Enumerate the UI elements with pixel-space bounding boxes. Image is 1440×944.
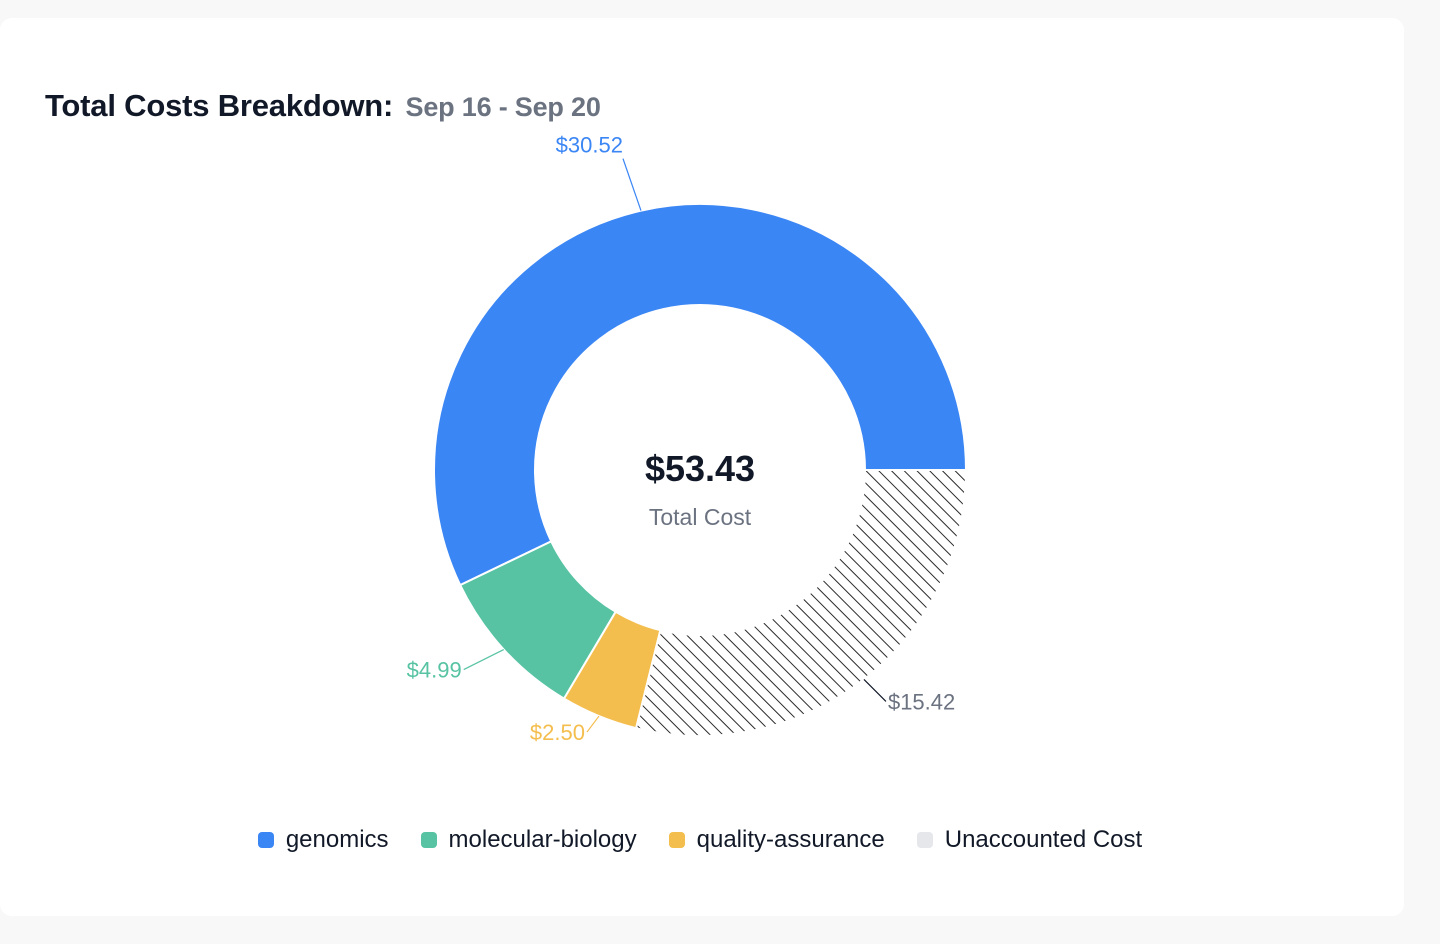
legend-item-unaccounted-cost[interactable]: Unaccounted Cost xyxy=(916,826,1143,854)
legend-item-genomics[interactable]: genomics xyxy=(257,826,389,854)
legend-label: molecular-biology xyxy=(448,826,637,853)
total-cost-value: $53.43 xyxy=(645,448,755,489)
legend-swatch xyxy=(257,832,274,848)
legend-item-quality-assurance[interactable]: quality-assurance xyxy=(668,826,885,854)
slice-label-unaccounted-cost: $15.42 xyxy=(888,689,955,714)
legend-swatch xyxy=(668,832,685,848)
legend-label: Unaccounted Cost xyxy=(944,826,1143,853)
legend-label: quality-assurance xyxy=(696,826,885,853)
total-cost-label: Total Cost xyxy=(649,504,752,530)
legend-swatch xyxy=(420,832,437,848)
leader-line-quality-assurance xyxy=(586,715,600,733)
legend-item-molecular-biology[interactable]: molecular-biology xyxy=(420,826,637,854)
legend-label: genomics xyxy=(285,826,389,853)
legend-swatch xyxy=(916,832,933,848)
leader-line-genomics xyxy=(622,158,642,211)
leader-line-unaccounted-cost xyxy=(863,679,887,702)
slice-label-genomics: $30.52 xyxy=(556,133,623,158)
chart-legend: genomics molecular-biology quality-assuran… xyxy=(0,826,1400,854)
donut-chart: $30.52 $4.99 $2.50 $15.42 $53.43 Total Cost xyxy=(407,133,968,745)
slice-label-molecular-biology: $4.99 xyxy=(407,658,462,683)
slice-label-quality-assurance: $2.50 xyxy=(530,720,585,745)
leader-line-molecular-biology xyxy=(463,648,504,671)
